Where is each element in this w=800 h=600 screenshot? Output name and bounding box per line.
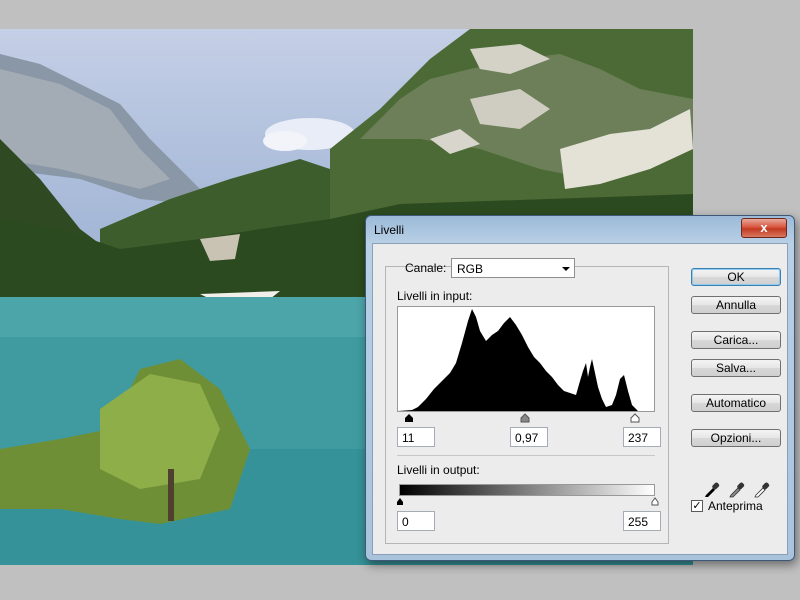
output-levels-label: Livelli in output: (397, 463, 480, 477)
input-slider-track[interactable] (397, 411, 659, 423)
close-button[interactable]: x (741, 218, 787, 238)
ok-button[interactable]: OK (691, 268, 781, 286)
options-button[interactable]: Opzioni... (691, 429, 781, 447)
output-black-field[interactable]: 0 (397, 511, 435, 531)
input-black-slider[interactable] (405, 414, 413, 422)
output-gradient (399, 484, 655, 496)
dialog-title: Livelli (374, 223, 405, 237)
white-eyedropper-icon[interactable] (753, 480, 771, 498)
input-white-slider[interactable] (630, 413, 640, 423)
output-white-slider[interactable] (651, 497, 659, 506)
input-white-field[interactable]: 237 (623, 427, 661, 447)
section-divider (397, 455, 655, 456)
title-bar[interactable]: Livelli x (366, 216, 794, 244)
channel-dropdown[interactable]: RGB (451, 258, 575, 278)
auto-button[interactable]: Automatico (691, 394, 781, 412)
black-eyedropper-icon[interactable] (703, 480, 721, 498)
output-black-slider[interactable] (397, 498, 403, 505)
checkmark-icon: ✓ (692, 500, 702, 512)
channel-label: Canale: (405, 261, 447, 275)
input-gamma-field[interactable]: 0,97 (510, 427, 548, 447)
histogram (397, 306, 655, 412)
levels-dialog: Livelli x Canale: RGB Livelli in input: … (365, 215, 795, 561)
input-black-field[interactable]: 11 (397, 427, 435, 447)
cancel-button[interactable]: Annulla (691, 296, 781, 314)
output-slider-track[interactable] (397, 496, 659, 506)
dialog-body: Canale: RGB Livelli in input: 11 0,97 23… (372, 243, 788, 555)
input-gamma-slider[interactable] (520, 413, 530, 423)
output-white-field[interactable]: 255 (623, 511, 661, 531)
histogram-graph (398, 309, 654, 411)
dropdown-arrow-icon (562, 267, 570, 271)
preview-checkbox[interactable]: ✓ (691, 500, 703, 512)
preview-label: Anteprima (708, 499, 763, 513)
channel-value: RGB (457, 262, 484, 276)
load-button[interactable]: Carica... (691, 331, 781, 349)
input-levels-label: Livelli in input: (397, 289, 473, 303)
gray-eyedropper-icon[interactable] (728, 480, 746, 498)
save-button[interactable]: Salva... (691, 359, 781, 377)
close-icon: x (760, 220, 768, 235)
